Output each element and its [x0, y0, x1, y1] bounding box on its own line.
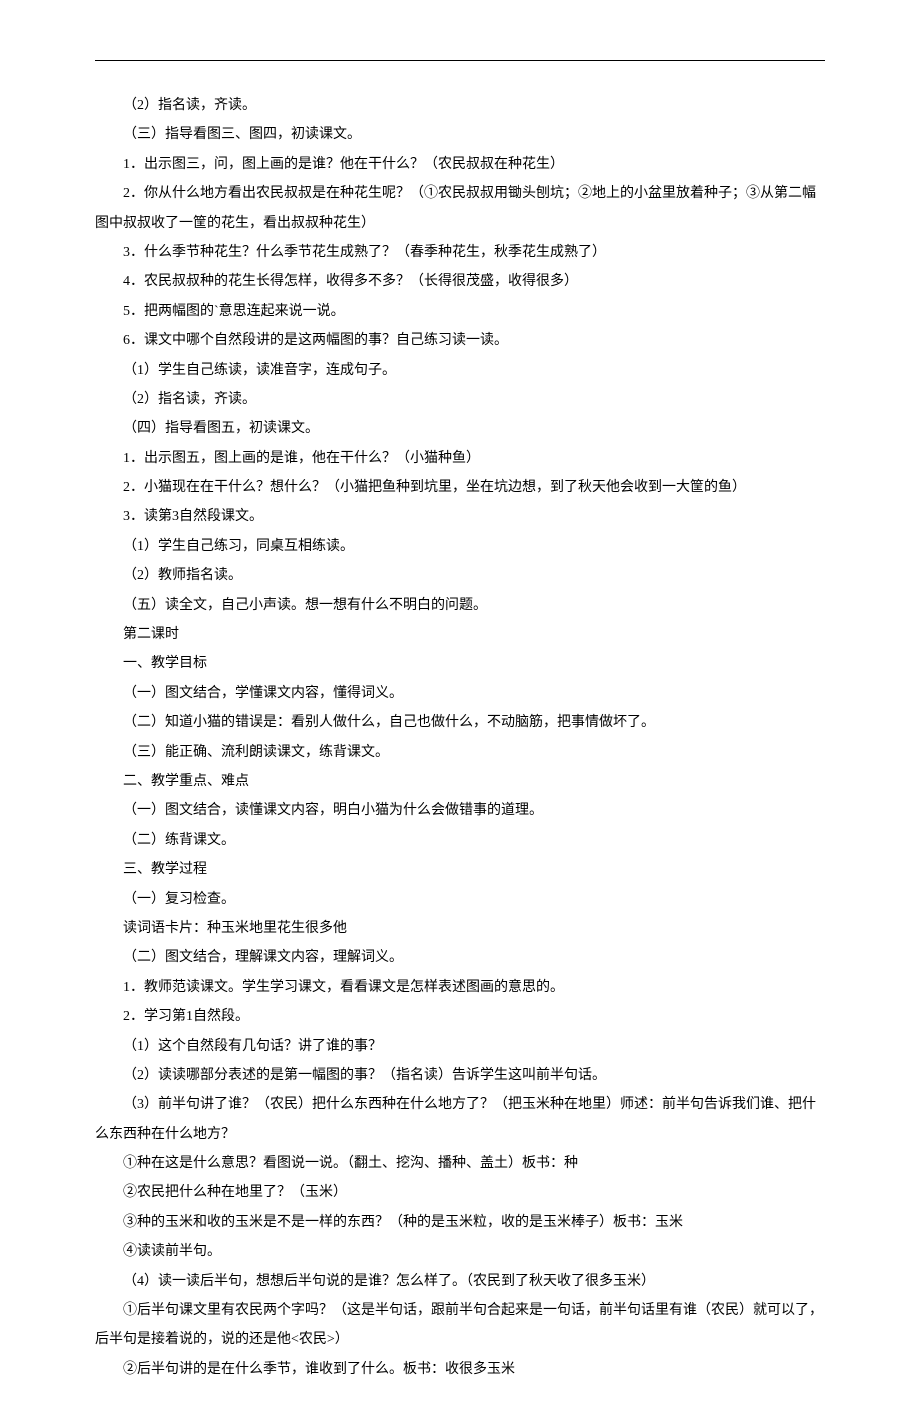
text-line: （1）这个自然段有几句话？讲了谁的事？: [95, 1032, 825, 1061]
text-line: （1）学生自己练习，同桌互相练读。: [95, 532, 825, 561]
text-line: （四）指导看图五，初读课文。: [95, 414, 825, 443]
text-line: 一、教学目标: [95, 649, 825, 678]
text-line: 1．教师范读课文。学生学习课文，看看课文是怎样表述图画的意思的。: [95, 973, 825, 1002]
text-line: ②后半句讲的是在什么季节，谁收到了什么。板书：收很多玉米: [95, 1355, 825, 1384]
text-line: 1．出示图三，问，图上画的是谁？他在干什么？（农民叔叔在种花生）: [95, 150, 825, 179]
text-line: （一）图文结合，读懂课文内容，明白小猫为什么会做错事的道理。: [95, 796, 825, 825]
text-line: 5．把两幅图的`意思连起来说一说。: [95, 297, 825, 326]
text-line: 读词语卡片：种玉米地里花生很多他: [95, 914, 825, 943]
horizontal-rule: [95, 60, 825, 61]
text-line: 3．读第3自然段课文。: [95, 502, 825, 531]
text-line: （二）图文结合，理解课文内容，理解词义。: [95, 943, 825, 972]
text-line: （二）练背课文。: [95, 826, 825, 855]
text-line-wrapped: 2．你从什么地方看出农民叔叔是在种花生呢？（①农民叔叔用锄头刨坑；②地上的小盆里…: [95, 179, 825, 238]
text-line: 第二课时: [95, 620, 825, 649]
text-line: 6．课文中哪个自然段讲的是这两幅图的事？自己练习读一读。: [95, 326, 825, 355]
text-line: 二、教学重点、难点: [95, 767, 825, 796]
text-line: （2）指名读，齐读。: [95, 385, 825, 414]
text-line: （1）学生自己练读，读准音字，连成句子。: [95, 356, 825, 385]
text-line: ②农民把什么种在地里了？（玉米）: [95, 1178, 825, 1207]
text-line: ③种的玉米和收的玉米是不是一样的东西？（种的是玉米粒，收的是玉米棒子）板书：玉米: [95, 1208, 825, 1237]
text-line: （4）读一读后半句，想想后半句说的是谁？怎么样了。（农民到了秋天收了很多玉米）: [95, 1267, 825, 1296]
text-line: （五）读全文，自己小声读。想一想有什么不明白的问题。: [95, 591, 825, 620]
text-line: 4．农民叔叔种的花生长得怎样，收得多不多？（长得很茂盛，收得很多）: [95, 267, 825, 296]
text-line: （三）指导看图三、图四，初读课文。: [95, 120, 825, 149]
text-line: （三）能正确、流利朗读课文，练背课文。: [95, 738, 825, 767]
text-line-wrapped: （3）前半句讲了谁？（农民）把什么东西种在什么地方了？（把玉米种在地里）师述：前…: [95, 1090, 825, 1149]
text-line: 2．小猫现在在干什么？想什么？（小猫把鱼种到坑里，坐在坑边想，到了秋天他会收到一…: [95, 473, 825, 502]
text-line: （二）知道小猫的错误是：看别人做什么，自己也做什么，不动脑筋，把事情做坏了。: [95, 708, 825, 737]
text-line: ④读读前半句。: [95, 1237, 825, 1266]
text-line: 2．学习第1自然段。: [95, 1002, 825, 1031]
text-line: （2）指名读，齐读。: [95, 91, 825, 120]
text-line: 1．出示图五，图上画的是谁，他在干什么？（小猫种鱼）: [95, 444, 825, 473]
text-line: （一）图文结合，学懂课文内容，懂得词义。: [95, 679, 825, 708]
text-line: 三、教学过程: [95, 855, 825, 884]
text-line: ①种在这是什么意思？看图说一说。（翻土、挖沟、播种、盖土）板书：种: [95, 1149, 825, 1178]
text-line-wrapped: ①后半句课文里有农民两个字吗？（这是半句话，跟前半句合起来是一句话，前半句话里有…: [95, 1296, 825, 1355]
text-line: （2）教师指名读。: [95, 561, 825, 590]
text-line: （2）读读哪部分表述的是第一幅图的事？（指名读）告诉学生这叫前半句话。: [95, 1061, 825, 1090]
document-content: （2）指名读，齐读。 （三）指导看图三、图四，初读课文。 1．出示图三，问，图上…: [95, 91, 825, 1384]
text-line: （一）复习检查。: [95, 885, 825, 914]
text-line: 3．什么季节种花生？什么季节花生成熟了？（春季种花生，秋季花生成熟了）: [95, 238, 825, 267]
